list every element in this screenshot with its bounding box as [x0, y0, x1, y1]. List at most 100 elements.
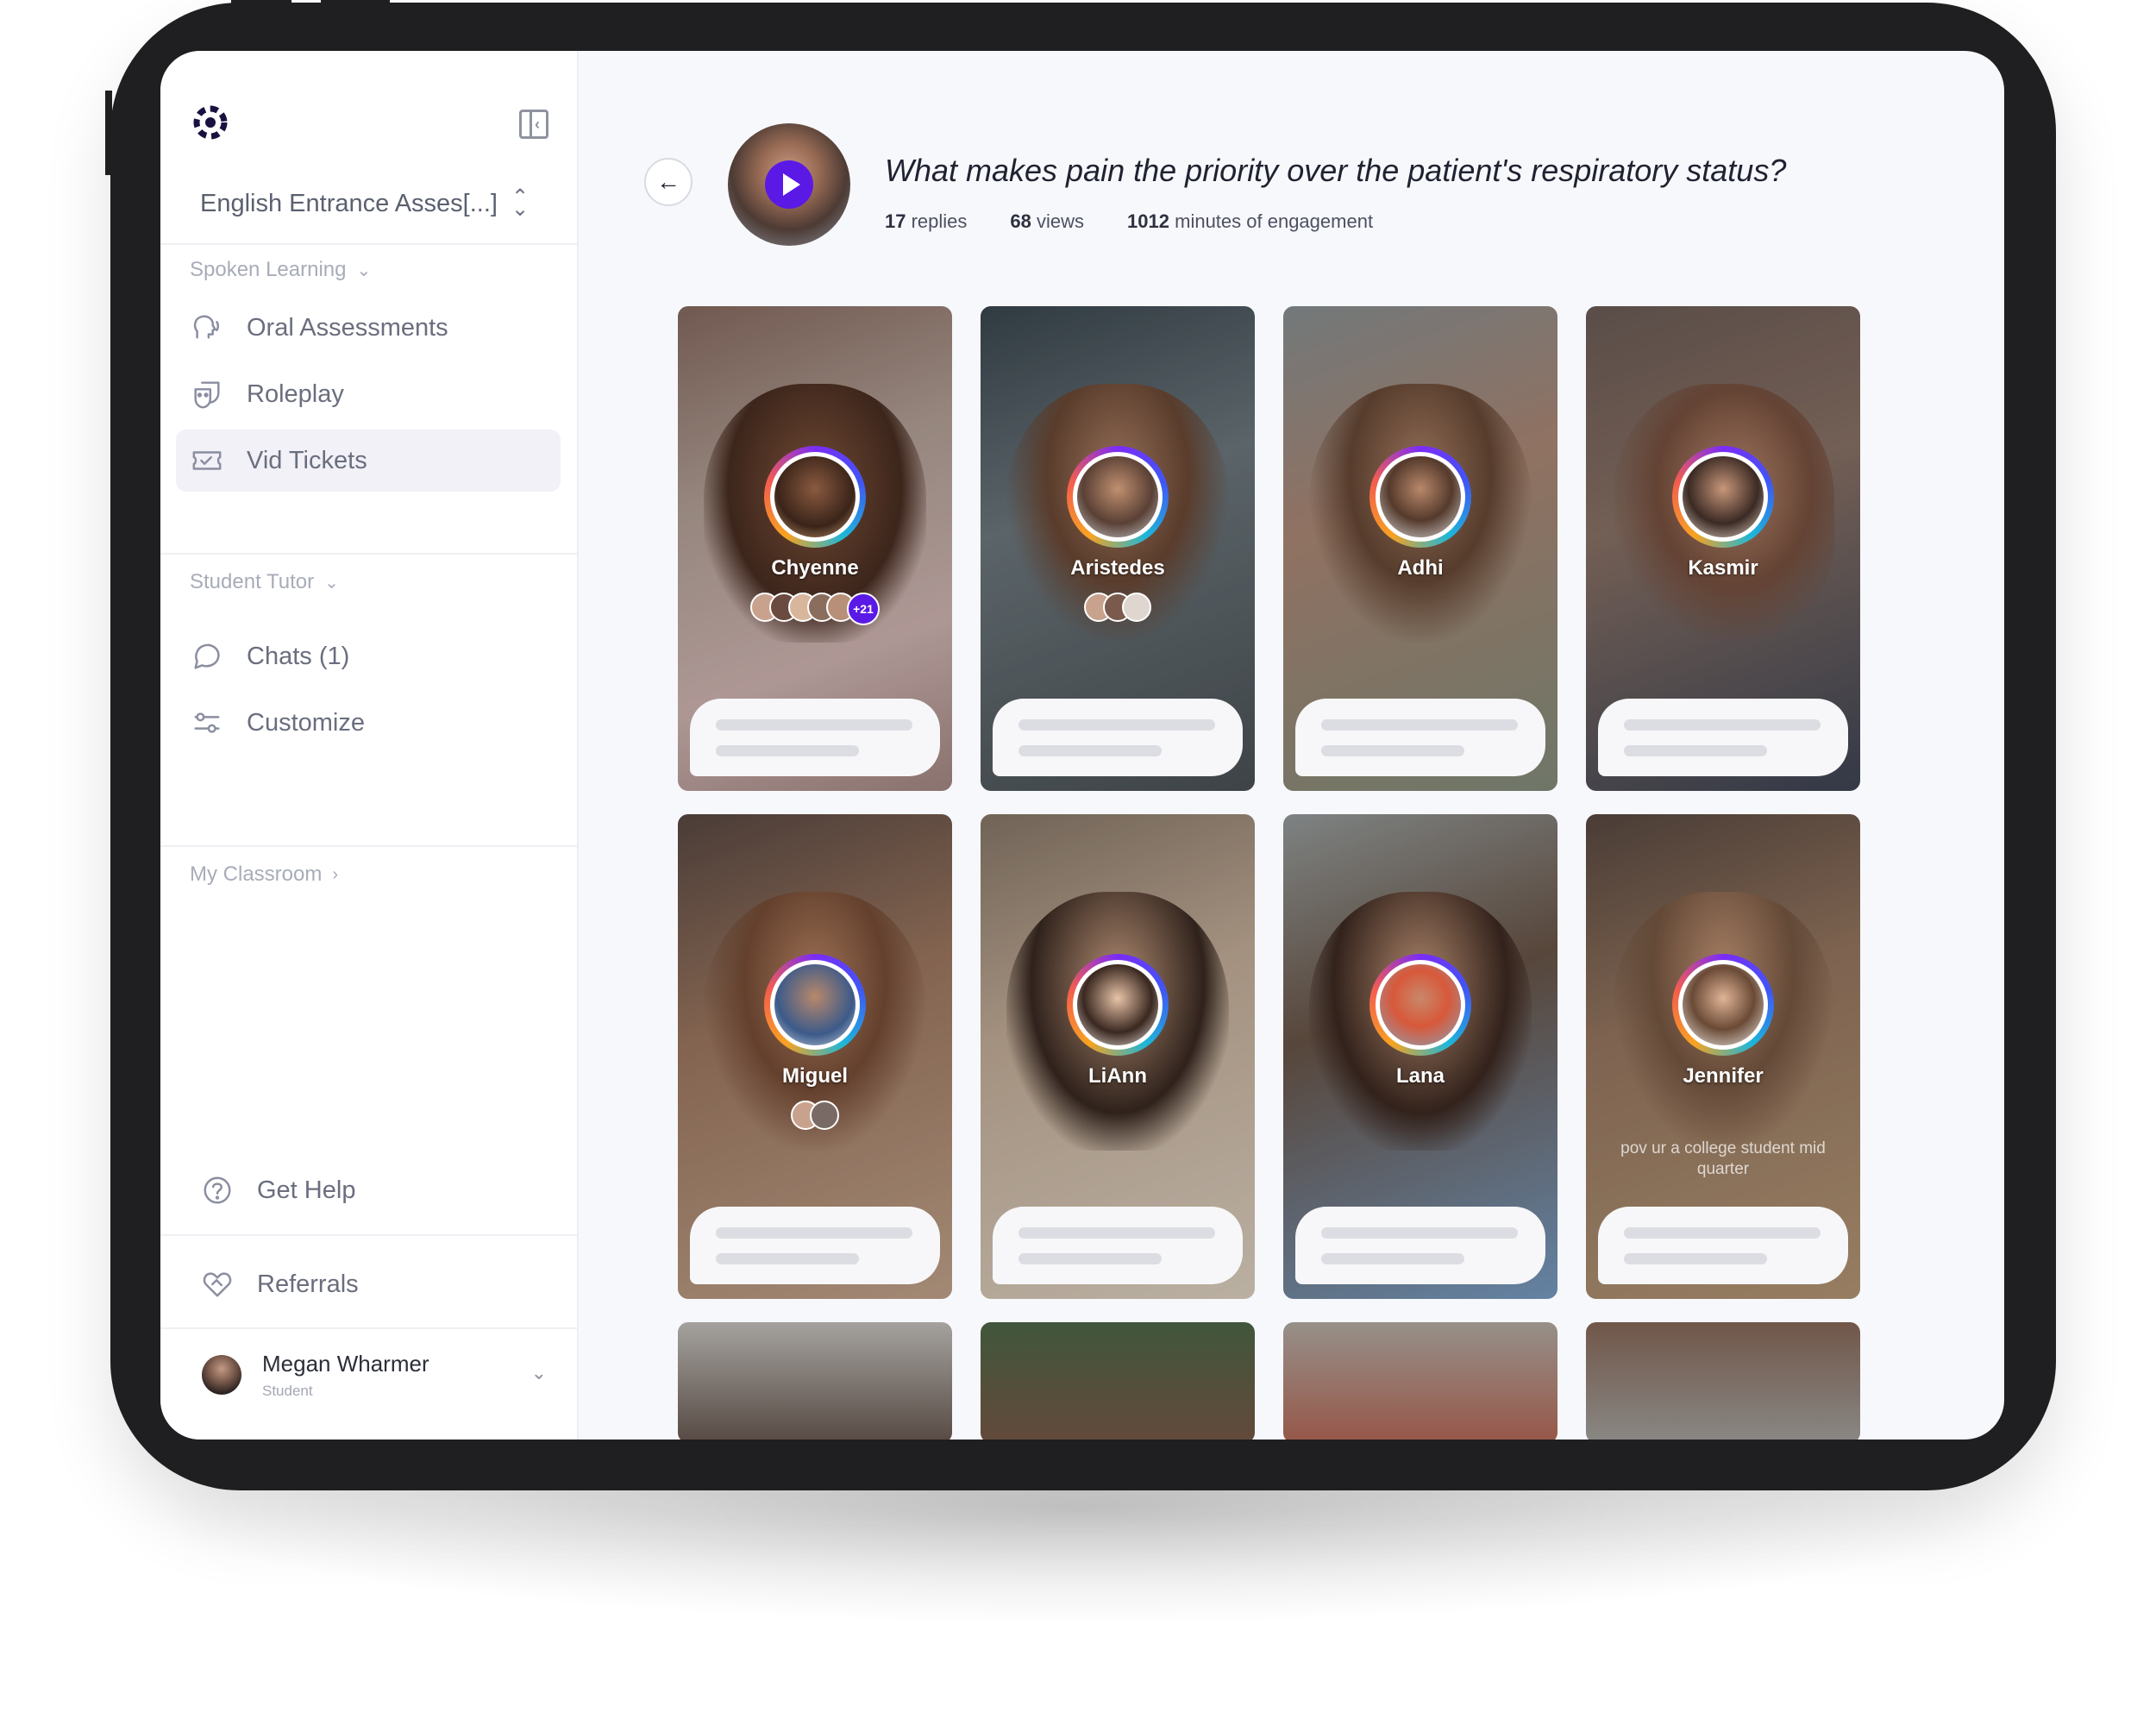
more-reactions-badge[interactable]: +21 [847, 593, 880, 625]
sliders-icon [190, 706, 224, 740]
section-student-tutor[interactable]: Student Tutor ⌄ [190, 570, 339, 594]
response-card[interactable] [1283, 1322, 1557, 1440]
referrals-link[interactable]: Referrals [186, 1253, 571, 1315]
chat-bubble-icon [190, 639, 224, 674]
response-card[interactable]: Jennifer pov ur a college student mid qu… [1586, 814, 1860, 1299]
video-overlay [1586, 1322, 1860, 1440]
course-selector-label: English Entrance Asses[...] [200, 189, 498, 217]
user-profile-menu[interactable]: Megan Wharmer Student ⌄ [202, 1345, 555, 1405]
sidebar-item-label: Customize [247, 708, 365, 737]
help-circle-icon [200, 1173, 235, 1208]
chevron-left-icon: ‹ [535, 116, 540, 133]
updown-chevron-icon: ⌃ ⌄ [511, 185, 530, 221]
student-avatar-ring [1067, 446, 1169, 548]
replies-label: replies [911, 210, 968, 232]
video-overlay [678, 1322, 952, 1440]
response-card[interactable]: LiAnn [981, 814, 1255, 1299]
response-card[interactable]: Kasmir [1586, 306, 1860, 791]
play-icon[interactable] [765, 160, 813, 209]
sidebar-item-customize[interactable]: Customize [176, 692, 561, 754]
response-card[interactable]: Miguel [678, 814, 952, 1299]
views-label: views [1037, 210, 1085, 232]
avatar [1077, 456, 1158, 537]
response-card[interactable]: Aristedes [981, 306, 1255, 791]
divider [160, 845, 577, 847]
comment-placeholder [1295, 699, 1545, 776]
sidebar-item-chats[interactable]: Chats (1) [176, 625, 561, 687]
sidebar-item-roleplay[interactable]: Roleplay [176, 363, 561, 425]
chevron-down-icon: ⌄ [356, 260, 372, 280]
engagement-stat: 1012 minutes of engagement [1127, 210, 1373, 233]
device-button-side [105, 91, 112, 175]
comment-placeholder [993, 699, 1243, 776]
user-role: Student [262, 1382, 313, 1399]
section-spoken-learning-label: Spoken Learning [190, 258, 347, 281]
user-name: Megan Wharmer [262, 1350, 429, 1377]
response-card[interactable]: Adhi [1283, 306, 1557, 791]
avatar [774, 456, 856, 537]
avatar [774, 964, 856, 1045]
avatar [1683, 964, 1764, 1045]
video-overlay [1283, 1322, 1557, 1440]
student-avatar-ring [764, 446, 866, 548]
replies-stat: 17 replies [885, 210, 967, 233]
sidebar-item-label: Chats (1) [247, 642, 350, 670]
student-name: LiAnn [1088, 1064, 1147, 1088]
student-avatar-ring [1672, 446, 1774, 548]
response-card[interactable]: Lana [1283, 814, 1557, 1299]
student-name: Adhi [1397, 556, 1444, 580]
question-title: What makes pain the priority over the pa… [885, 153, 1787, 188]
sidebar-item-vid-tickets[interactable]: Vid Tickets [176, 430, 561, 492]
reaction-avatars[interactable] [981, 593, 1255, 622]
collapse-sidebar-button[interactable]: ‹ [519, 110, 548, 139]
response-card[interactable] [981, 1322, 1255, 1440]
comment-placeholder [690, 1207, 940, 1284]
replies-count: 17 [885, 210, 906, 232]
response-card[interactable]: Chyenne +21 [678, 306, 952, 791]
app-logo-icon[interactable] [190, 102, 231, 143]
divider [160, 1234, 577, 1236]
avatar [1122, 593, 1151, 622]
student-avatar-ring [1067, 954, 1169, 1056]
avatar [202, 1355, 241, 1395]
back-button[interactable]: ← [644, 158, 693, 206]
student-avatar-ring [1369, 954, 1471, 1056]
section-my-classroom-label: My Classroom [190, 862, 323, 886]
student-name: Lana [1395, 1064, 1445, 1088]
sidebar-item-label: Oral Assessments [247, 313, 448, 342]
reaction-avatars[interactable]: +21 [678, 593, 952, 625]
comment-placeholder [1598, 699, 1848, 776]
section-my-classroom[interactable]: My Classroom › [190, 862, 338, 887]
chevron-down-icon: ⌄ [530, 1362, 547, 1383]
get-help-label: Get Help [257, 1176, 356, 1204]
comment-placeholder [993, 1207, 1243, 1284]
engagement-count: 1012 [1127, 210, 1169, 232]
sidebar-item-oral-assessments[interactable]: Oral Assessments [176, 297, 561, 359]
views-count: 68 [1010, 210, 1031, 232]
student-name: Kasmir [1688, 556, 1758, 580]
avatar [1077, 964, 1158, 1045]
divider [160, 553, 577, 555]
avatar [1683, 456, 1764, 537]
sidebar-item-label: Roleplay [247, 380, 344, 408]
response-card[interactable] [678, 1322, 952, 1440]
app-screen: ‹ English Entrance Asses[...] ⌃ ⌄ Spoken … [160, 51, 2004, 1440]
response-card[interactable] [1586, 1322, 1860, 1440]
video-caption: pov ur a college student mid quarter [1620, 1139, 1826, 1178]
divider [160, 243, 577, 245]
views-stat: 68 views [1010, 210, 1084, 233]
question-stats: 17 replies 68 views 1012 minutes of enga… [885, 210, 1373, 233]
chevron-down-icon: ⌄ [324, 573, 339, 593]
student-name: Chyenne [771, 556, 859, 580]
sidebar: ‹ English Entrance Asses[...] ⌃ ⌄ Spoken … [160, 51, 579, 1440]
student-avatar-ring [1369, 446, 1471, 548]
speaking-head-icon [190, 310, 224, 345]
get-help-link[interactable]: Get Help [186, 1159, 571, 1221]
device-button-top-1 [231, 0, 291, 3]
student-name: Miguel [782, 1064, 848, 1088]
course-selector[interactable]: English Entrance Asses[...] ⌃ ⌄ [200, 185, 554, 223]
section-spoken-learning[interactable]: Spoken Learning ⌄ [190, 258, 371, 282]
device-button-top-2 [321, 0, 390, 3]
reaction-avatars[interactable] [678, 1101, 952, 1130]
question-video-thumbnail[interactable] [728, 123, 850, 246]
